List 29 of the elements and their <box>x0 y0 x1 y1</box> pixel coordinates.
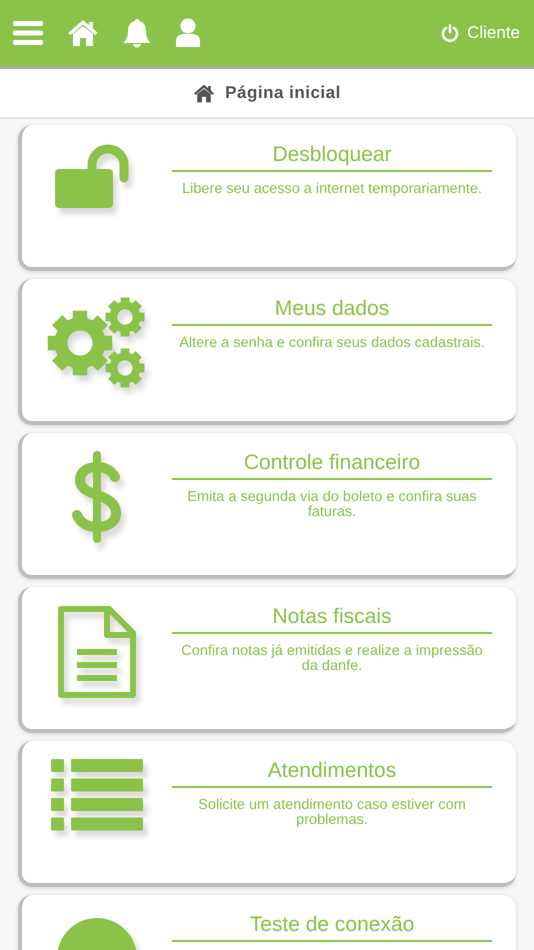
gears-icon <box>47 297 147 389</box>
home-icon <box>193 84 216 102</box>
menu-card[interactable]: Controle financeiro Emita a segunda via do boleto e confira suas faturas. <box>18 433 516 579</box>
card-description: Solicite um atendimento caso estiver com problemas. <box>197 798 467 828</box>
user-icon[interactable] <box>175 18 201 48</box>
card-title: Meus dados <box>172 297 492 326</box>
card-title: Controle financeiro <box>172 451 492 480</box>
card-title: Teste de conexão <box>172 913 492 942</box>
menu-card[interactable]: Meus dados Altere a senha e confira seus dados cadastrais. <box>18 279 516 425</box>
card-description: Confira notas já emitidas e realize a impressão da danfe. <box>180 644 484 674</box>
card-description: Libere seu acesso a internet temporariamente. <box>181 182 483 197</box>
user-button[interactable]: Cliente <box>441 23 520 43</box>
power-icon <box>441 24 460 42</box>
card-title: Desbloquear <box>172 143 492 172</box>
dollar-icon <box>71 451 123 543</box>
menu-card[interactable]: Teste de conexão <box>18 895 516 950</box>
card-title: Atendimentos <box>172 759 492 788</box>
home-icon[interactable] <box>67 19 99 47</box>
card-description: Emita a segunda via do boleto e confira suas faturas. <box>186 490 478 520</box>
menu-card[interactable]: Notas fiscais Confira notas já emitidas e realize a impressão da danfe. <box>18 587 516 733</box>
menu-card[interactable]: Atendimentos Solicite um atendimento caso estiver com problemas. <box>18 741 516 887</box>
card-title: Notas fiscais <box>172 605 492 634</box>
document-icon <box>57 605 137 699</box>
menu-card[interactable]: Desbloquear Libere seu acesso a internet temporariamente. <box>18 125 516 271</box>
menu-icon[interactable] <box>13 20 43 46</box>
list-icon <box>51 759 143 831</box>
bell-icon[interactable] <box>123 18 151 48</box>
card-description: Altere a senha e confira seus dados cadastrais. <box>178 336 486 351</box>
page-title: Página inicial <box>225 83 341 103</box>
